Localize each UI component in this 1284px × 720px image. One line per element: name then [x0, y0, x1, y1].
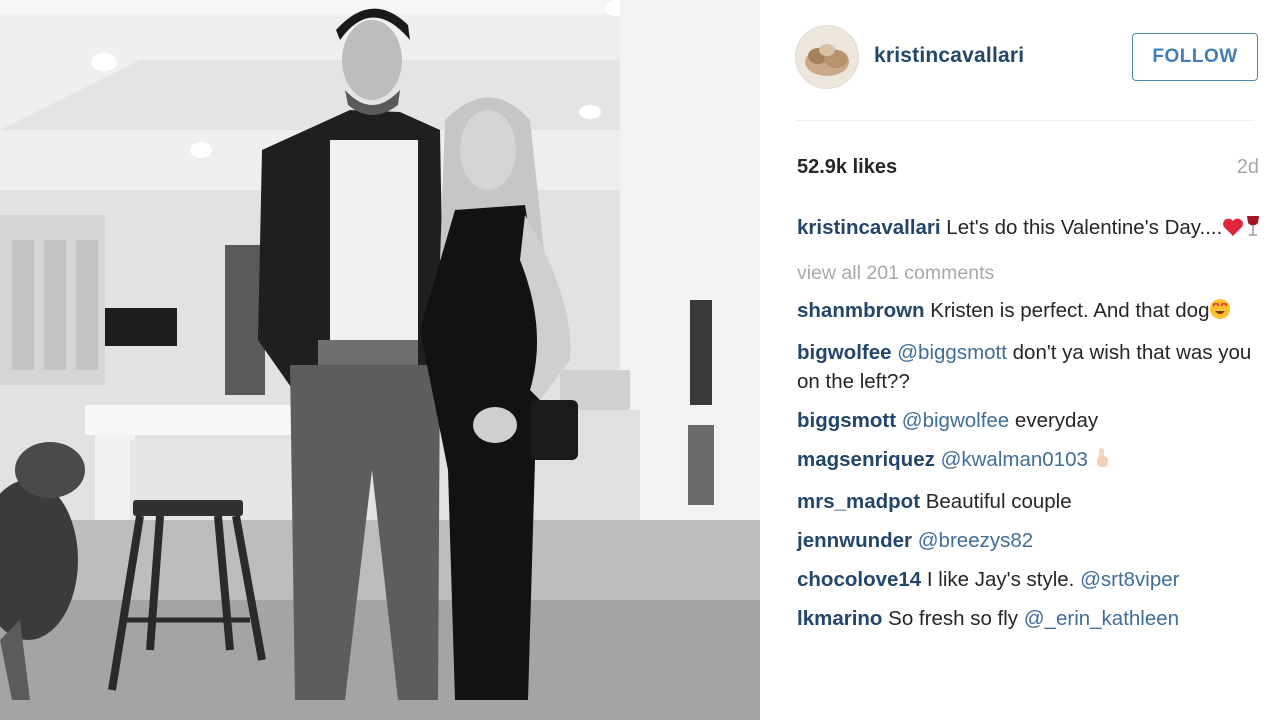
- comment-username[interactable]: bigwolfee: [797, 341, 892, 364]
- post-sidebar: kristincavallari FOLLOW 52.9k likes 2d k…: [760, 0, 1284, 720]
- post-photo[interactable]: [0, 0, 760, 720]
- avatar[interactable]: [795, 25, 859, 89]
- caption-username[interactable]: kristincavallari: [797, 216, 941, 239]
- comment-username[interactable]: mrs_madpot: [797, 490, 920, 513]
- comment-username[interactable]: chocolove14: [797, 568, 921, 591]
- comment-username[interactable]: jennwunder: [797, 529, 912, 552]
- post-time-ago[interactable]: 2d: [1237, 156, 1259, 179]
- comment-text: Kristen is perfect. And that dog: [930, 299, 1210, 322]
- comment-username[interactable]: biggsmott: [797, 409, 896, 432]
- wine-glass-emoji-icon: [1244, 215, 1262, 245]
- comment-username[interactable]: lkmarino: [797, 607, 882, 630]
- post-username[interactable]: kristincavallari: [874, 44, 1024, 68]
- caption: kristincavallari Let's do this Valentine…: [797, 213, 1267, 245]
- avatar-image: [796, 26, 858, 88]
- comment-item: jennwunder @breezys82: [797, 526, 1267, 555]
- pointing-hand-emoji-icon: [1094, 447, 1110, 477]
- comments-list: kristincavallari Let's do this Valentine…: [797, 213, 1267, 643]
- comment-text: I like Jay's style.: [926, 568, 1075, 591]
- comment-item: bigwolfee @biggsmott don't ya wish that …: [797, 338, 1267, 396]
- comment-item: mrs_madpot Beautiful couple: [797, 487, 1267, 516]
- comment-mention[interactable]: @breezys82: [918, 529, 1033, 552]
- header-divider: [796, 120, 1254, 121]
- post-photo-graphic: [0, 0, 760, 720]
- likes-count[interactable]: 52.9k likes: [797, 156, 897, 179]
- view-all-comments-link[interactable]: view all 201 comments: [797, 259, 1267, 288]
- comment-mention[interactable]: @kwalman0103: [941, 448, 1088, 471]
- comment-item: lkmarino So fresh so fly @_erin_kathleen: [797, 604, 1267, 633]
- comment-mention[interactable]: @_erin_kathleen: [1024, 607, 1179, 630]
- comment-username[interactable]: magsenriquez: [797, 448, 935, 471]
- comment-text: everyday: [1014, 409, 1099, 432]
- heart-eyes-emoji-icon: [1209, 298, 1231, 328]
- comment-item: magsenriquez @kwalman0103: [797, 445, 1267, 477]
- comment-username[interactable]: shanmbrown: [797, 299, 925, 322]
- comment-item: chocolove14 I like Jay's style. @srt8vip…: [797, 565, 1267, 594]
- caption-text: Let's do this Valentine's Day....: [946, 216, 1223, 239]
- comment-mention[interactable]: @biggsmott: [897, 341, 1007, 364]
- comment-item: shanmbrown Kristen is perfect. And that …: [797, 296, 1267, 328]
- comment-mention[interactable]: @bigwolfee: [902, 409, 1009, 432]
- follow-button[interactable]: FOLLOW: [1132, 33, 1258, 81]
- post-header: kristincavallari FOLLOW: [760, 0, 1284, 120]
- comment-text: Beautiful couple: [925, 490, 1072, 513]
- comment-text: So fresh so fly: [888, 607, 1019, 630]
- comment-mention[interactable]: @srt8viper: [1080, 568, 1179, 591]
- heart-emoji-icon: [1222, 216, 1244, 245]
- comment-item: biggsmott @bigwolfee everyday: [797, 406, 1267, 435]
